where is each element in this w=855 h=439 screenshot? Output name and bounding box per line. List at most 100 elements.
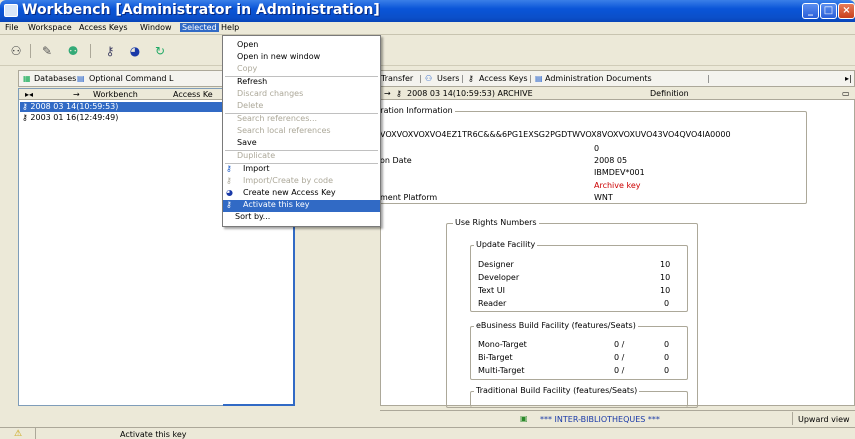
designer-label: Designer <box>478 260 514 269</box>
device-value: IBMDEV*001 <box>594 168 645 177</box>
import-icon: ⚷ <box>226 164 232 173</box>
tab-administration-documents[interactable]: Administration Documents <box>545 74 652 83</box>
toolbar-separator <box>90 44 91 58</box>
detail-header: → ⚷ 2008 03 14(10:59:53) ARCHIVE Definit… <box>380 88 855 100</box>
pin-icon[interactable]: ✎ <box>37 42 57 60</box>
menu-bar: File Workspace Access Keys Window Select… <box>0 22 855 35</box>
mono-target-label: Mono-Target <box>478 340 527 349</box>
menu-selected[interactable]: Selected <box>180 23 219 32</box>
bottom-bar: ▣ *** INTER-BIBLIOTHEQUES *** Upward vie… <box>380 410 855 426</box>
designer-value: 10 <box>660 260 671 269</box>
toolbar: ⚇ ✎ ⚉ ⚷ ◕ ↻ <box>0 36 855 66</box>
upward-view-label[interactable]: Upward view <box>798 415 850 424</box>
tab-overflow-icon[interactable]: ▸| <box>845 74 852 83</box>
key-icon[interactable]: ⚷ <box>100 42 120 60</box>
pacman-icon[interactable]: ◕ <box>125 42 145 60</box>
refresh-icon[interactable]: ↻ <box>150 42 170 60</box>
date-value: 2008 05 <box>594 156 628 165</box>
menu-item-sort-by[interactable]: Sort by... <box>223 212 380 224</box>
menu-workspace[interactable]: Workspace <box>26 23 74 32</box>
menu-item-create-new-access-key[interactable]: ◕ Create new Access Key <box>223 188 380 200</box>
key-icon: ⚷ <box>22 113 28 122</box>
menu-item-search-references: Search references... <box>237 114 318 123</box>
tab-users[interactable]: Users <box>437 74 459 83</box>
arrow-icon: → <box>73 90 80 99</box>
menu-item-search-local-references: Search local references <box>237 126 331 135</box>
window-title: Workbench [Administrator in Administrati… <box>22 2 380 18</box>
traditional-title: Traditional Build Facility (features/Sea… <box>474 386 640 395</box>
tab-access-keys[interactable]: Access Keys <box>479 74 528 83</box>
document-icon: ▤ <box>535 74 543 83</box>
mono-target-a: 0 / <box>614 340 625 349</box>
column-access-key[interactable]: Access Ke <box>173 90 213 99</box>
minimize-button[interactable]: _ <box>802 3 819 19</box>
registration-group: stration Information <box>370 106 807 204</box>
right-tab-strip: Transfer | ⚇ Users | ⚷ Access Keys | ▤ A… <box>380 70 855 87</box>
menu-item-create-label: Create new Access Key <box>243 188 336 197</box>
bottom-divider <box>792 412 793 425</box>
menu-item-save[interactable]: Save <box>223 138 380 150</box>
status-bar: ⚠ Activate this key <box>0 427 855 439</box>
use-rights-title: Use Rights Numbers <box>453 218 539 227</box>
registration-code: VOXVOXVOXVO4EZ1TR6C&&&6PG1EXSG2PGDTWVOX8… <box>380 130 731 139</box>
mono-target-b: 0 <box>664 340 670 349</box>
platform-value: WNT <box>594 193 613 202</box>
menu-file[interactable]: File <box>3 23 20 32</box>
textui-label: Text UI <box>478 286 505 295</box>
menu-item-activate-this-key[interactable]: ⚷ Activate this key <box>223 200 380 212</box>
activate-key-icon: ⚷ <box>226 200 232 209</box>
key-icon: ⚷ <box>22 102 28 111</box>
users-icon[interactable]: ⚇ <box>6 42 26 60</box>
multi-target-label: Multi-Target <box>478 366 525 375</box>
platform-label: ment Platform <box>380 193 438 202</box>
bi-target-b: 0 <box>664 353 670 362</box>
close-button[interactable]: × <box>838 3 855 19</box>
menu-item-refresh[interactable]: Refresh <box>223 77 380 89</box>
menu-item-import-create-by-code: ⚷ Import/Create by code <box>223 176 380 188</box>
multi-target-a: 0 / <box>614 366 625 375</box>
status-divider <box>35 427 36 439</box>
users-icon: ⚇ <box>425 74 433 83</box>
column-workbench[interactable]: Workbench <box>93 90 138 99</box>
menu-item-import-label: Import <box>243 164 270 173</box>
selected-dropdown-menu: Open Open in new window Copy Refresh Dis… <box>222 35 381 227</box>
people-icon[interactable]: ⚉ <box>63 42 83 60</box>
traditional-group: Traditional Build Facility (features/Sea… <box>470 386 688 407</box>
tree-row[interactable]: ⚷ 2008 03 14(10:59:53) <box>20 102 225 112</box>
update-facility-title: Update Facility <box>474 240 538 249</box>
menu-item-open-new-window[interactable]: Open in new window <box>223 52 380 64</box>
left-tab-strip: ▦ Databases ▤ Optional Command L <box>18 70 223 87</box>
toolbar-separator <box>30 44 31 58</box>
collapse-icon[interactable]: ▸◂ <box>25 90 33 99</box>
arrow-icon: → <box>384 89 391 98</box>
archive-key-label: Archive key <box>594 181 641 190</box>
title-bar: Workbench [Administrator in Administrati… <box>0 0 855 22</box>
ebusiness-title: eBusiness Build Facility (features/Seats… <box>474 321 638 330</box>
tree-row-label: 2003 01 16(12:49:49) <box>30 113 119 122</box>
textui-value: 10 <box>660 286 671 295</box>
tab-databases[interactable]: Databases <box>34 74 76 83</box>
tab-transfer[interactable]: Transfer <box>381 74 413 83</box>
menu-access-keys[interactable]: Access Keys <box>77 23 130 32</box>
menu-item-discard-changes: Discard changes <box>237 89 304 98</box>
maximize-panel-icon[interactable]: ▭ <box>842 89 850 98</box>
tree-row[interactable]: ⚷ 2003 01 16(12:49:49) <box>20 113 225 123</box>
menu-window[interactable]: Window <box>138 23 174 32</box>
menu-help[interactable]: Help <box>219 23 241 32</box>
create-key-icon: ◕ <box>226 188 233 197</box>
library-label: *** INTER-BIBLIOTHEQUES *** <box>540 415 660 424</box>
library-icon: ▣ <box>520 414 528 423</box>
maximize-button[interactable]: □ <box>820 3 837 19</box>
bi-target-a: 0 / <box>614 353 625 362</box>
registration-title: stration Information <box>371 106 455 115</box>
registration-zero: 0 <box>594 144 600 153</box>
menu-item-open[interactable]: Open <box>223 40 380 52</box>
warning-icon: ⚠ <box>14 429 23 439</box>
menu-item-delete: Delete <box>237 101 264 110</box>
reader-value: 0 <box>664 299 670 308</box>
date-label: on Date <box>380 156 412 165</box>
bi-target-label: Bi-Target <box>478 353 513 362</box>
menu-item-import[interactable]: ⚷ Import <box>223 164 380 176</box>
tab-optional-command[interactable]: Optional Command L <box>89 74 173 83</box>
menu-item-duplicate: Duplicate <box>237 151 276 160</box>
